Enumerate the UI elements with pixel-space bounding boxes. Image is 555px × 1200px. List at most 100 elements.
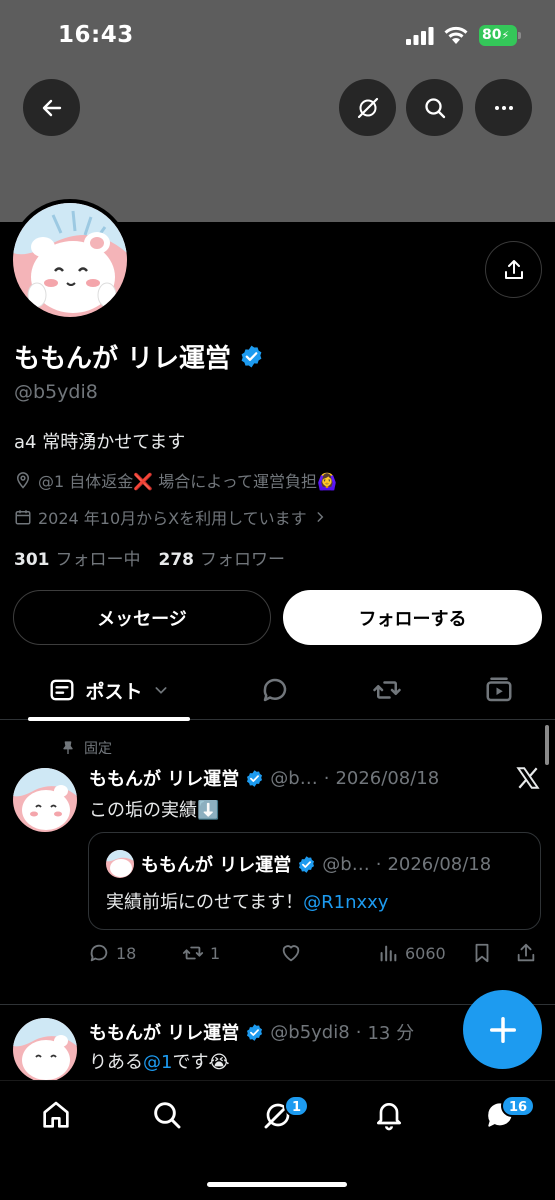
pin-icon [63,741,73,754]
followers-count: 278 [158,550,195,570]
hamster-avatar-image [106,850,134,878]
verified-badge-icon [299,855,315,873]
reply-tab-icon [263,678,287,702]
quote-author-handle: @b… [322,853,370,875]
profile-avatar[interactable] [9,199,131,321]
quote-text: 実績前垢にのせてます！@R1nxxy [106,888,388,914]
followers-label: フォロワー [200,550,285,570]
search-button[interactable] [406,79,463,136]
bell-icon [377,1103,401,1131]
profile-name-row: ももんが リレ運営 [14,338,264,375]
verified-badge-icon [247,1023,263,1041]
repost-button[interactable]: 1 [182,942,220,964]
video-tab-icon [486,677,512,702]
nav-home[interactable] [36,1095,76,1135]
share-icon [504,259,523,279]
like-button[interactable] [280,942,302,964]
post-author-handle: @b5ydi8 [270,1021,350,1043]
views-button[interactable]: 6060 [377,942,446,964]
chevron-right-icon [317,512,324,522]
profile-handle: @b5ydi8 [14,381,98,403]
heart-icon [282,945,300,962]
pinned-label: 固定 [60,738,112,758]
post-avatar[interactable] [13,768,77,832]
messages-badge: 16 [501,1095,536,1117]
quote-header: ももんが リレ運営 @b… · 2026/08/18 [141,851,491,877]
post-text: この垢の実績⬇️ [89,800,220,821]
post-date: 2026/08/18 [335,767,440,789]
follow-button[interactable]: フォローする [283,590,542,645]
verified-badge-icon[interactable] [239,344,264,369]
reply-button[interactable]: 18 [88,942,136,964]
second-post-header: ももんが リレ運営 @b5ydi8 · 13 分 [89,1019,414,1045]
verified-badge-icon [247,769,263,787]
repost-count: 1 [210,943,221,963]
location-text: @1 自体返金❌ 場合によって運営負担🙆‍♀️ [38,472,337,491]
tab-posts[interactable]: ポスト [28,660,190,721]
posts-tab-icon [51,679,74,701]
message-button[interactable]: メッセージ [13,590,271,645]
profile-bio: a4 常時湧かせてます [14,432,186,453]
battery-indicator: 80⚡ [479,25,521,46]
more-button[interactable] [475,79,532,136]
arrow-left-icon [42,99,61,116]
following-count: 301 [14,550,50,570]
compose-post-button[interactable] [463,990,542,1069]
tab-posts-label: ポスト [85,680,143,703]
following-link[interactable]: 301 フォロー中 [14,545,141,570]
repost-tab-icon [373,681,401,699]
scrollbar[interactable] [545,725,549,765]
quote-text-body: 実績前垢にのせてます！ [106,892,304,913]
second-post-text-prefix: りある [89,1052,143,1073]
post-author-name[interactable]: ももんが リレ運営 [89,1019,239,1045]
quote-mention-link[interactable]: @R1nxxy [303,892,388,913]
tab-reposts[interactable] [370,673,404,707]
nav-notifications[interactable] [369,1095,409,1135]
mention-link[interactable]: @1 [143,1052,172,1073]
followers-link[interactable]: 278 フォロワー [159,545,286,570]
grok-badge: 1 [284,1095,310,1117]
reply-icon [90,944,108,962]
quote-date: 2026/08/18 [387,853,492,875]
share-profile-button[interactable] [485,241,542,298]
post-author-handle: @b… [270,767,318,789]
profile-joined[interactable]: 2024 年10月からXを利用しています [14,505,327,529]
following-label: フォロー中 [55,550,141,570]
follow-counts: 301 フォロー中 278 フォロワー [14,545,285,570]
location-pin-icon [16,472,30,489]
reply-count: 18 [116,943,137,963]
nav-search[interactable] [147,1095,187,1135]
post-actions: 18 1 6060 [88,942,543,970]
profile-tabs: ポスト [0,660,555,721]
pinned-post-header: ももんが リレ運営 @b… · 2026/08/18 [89,765,439,791]
home-indicator[interactable] [207,1182,347,1187]
share-icon [517,943,535,962]
home-icon [43,1101,69,1128]
post-time: 13 分 [367,1023,415,1044]
quoted-post[interactable]: ももんが リレ運営 @b… · 2026/08/18 実績前垢にのせてます！@R… [88,832,541,930]
repost-icon [182,946,204,960]
hamster-avatar-image [13,203,127,317]
post-avatar[interactable] [13,1018,77,1082]
search-icon [154,1102,181,1129]
more-icon [494,105,513,110]
calendar-icon [15,510,31,525]
views-icon [380,945,397,962]
signal-icon [406,27,434,45]
share-post-button[interactable] [515,942,537,964]
hamster-avatar-image [13,768,77,832]
joined-text: 2024 年10月からXを利用しています [38,509,307,528]
hamster-avatar-image [13,1018,77,1082]
search-icon [424,97,445,118]
bookmark-button[interactable] [471,942,493,964]
bookmark-icon [475,943,489,963]
tab-media[interactable] [482,673,516,707]
chevron-down-icon [155,687,166,694]
status-bar: 16:43 80⚡ [0,0,555,70]
plus-icon [489,1016,516,1043]
post-author-name[interactable]: ももんが リレ運営 [89,765,239,791]
grok-button[interactable] [339,79,396,136]
tab-replies[interactable] [258,673,292,707]
back-button[interactable] [23,79,80,136]
second-post-text-suffix: です😭 [172,1052,230,1073]
